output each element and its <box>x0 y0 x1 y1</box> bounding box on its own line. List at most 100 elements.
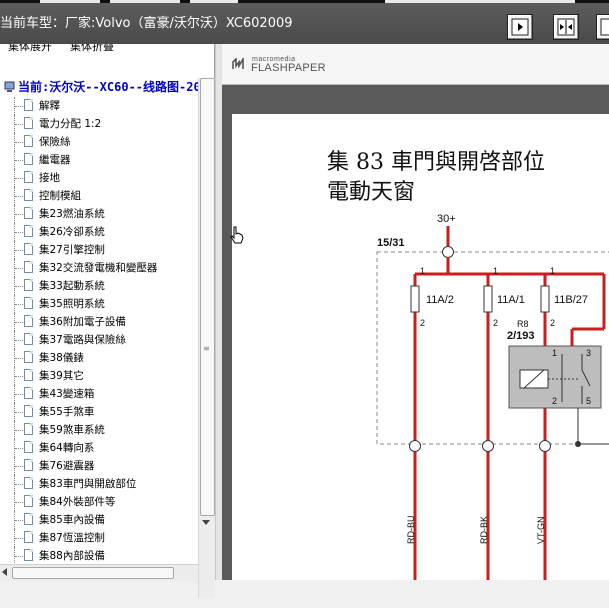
tree-item-label: 集39其它 <box>39 370 84 382</box>
hand-cursor-icon <box>230 226 244 244</box>
tree-root[interactable]: 当前:沃尔沃--XC60--线路图-20 <box>4 78 201 96</box>
supply-node <box>442 246 454 258</box>
document-icon <box>24 369 33 381</box>
tree-horizontal-scrollbar[interactable] <box>0 564 198 581</box>
tree-connector <box>14 475 24 493</box>
tree-item[interactable]: 集27引擎控制 <box>14 241 107 259</box>
tree-item-label: 繼電器 <box>39 154 71 166</box>
tree-item-label: 集64轉向系 <box>39 442 95 454</box>
document-icon <box>24 135 33 147</box>
tree-item-label: 集32交流發電機和變壓器 <box>39 262 158 274</box>
vertical-scroll-thumb[interactable] <box>200 78 215 516</box>
next-view-button[interactable] <box>596 14 609 40</box>
tree-connector <box>14 403 24 421</box>
document-icon <box>24 405 33 417</box>
tree-item[interactable]: 集26冷卻系統 <box>14 223 107 241</box>
tree-connector <box>14 331 24 349</box>
panel-splitter[interactable] <box>215 44 222 580</box>
tree-item-label: 電力分配 1:2 <box>39 118 102 130</box>
wire-color-2: RD-BK <box>479 516 489 544</box>
svg-text:1: 1 <box>493 266 498 276</box>
connector-label: 15/31 <box>377 237 405 249</box>
tree-item[interactable]: 集55手煞車 <box>14 403 96 421</box>
tree-connector <box>14 241 24 259</box>
supply-label: 30+ <box>437 213 456 225</box>
tree-connector <box>14 133 24 151</box>
tree-item[interactable]: 集43變速箱 <box>14 385 96 403</box>
tree-item-label: 集55手煞車 <box>39 406 95 418</box>
tree-item[interactable]: 集37電路與保險絲 <box>14 331 128 349</box>
tree-connector <box>14 385 24 403</box>
fuse-label-1: 11A/2 <box>426 294 454 306</box>
expand-all-menu[interactable]: 集体展开 <box>8 44 52 52</box>
scroll-left-icon[interactable] <box>2 568 7 576</box>
tree-connector <box>14 421 24 439</box>
svg-text:1: 1 <box>552 348 557 358</box>
tree-item[interactable]: 集59煞車系統 <box>14 421 107 439</box>
document-icon <box>24 279 33 291</box>
tree-view: 当前:沃尔沃--XC60--线路图-20 解釋電力分配 1:2 保險絲繼電器接地控… <box>0 78 201 608</box>
tree-root-label: 当前:沃尔沃--XC60--线路图-20 <box>18 80 201 94</box>
tree-item-label: 集35照明系統 <box>39 298 105 310</box>
tree-item[interactable]: 保險絲 <box>14 133 73 151</box>
tree-connector <box>14 367 24 385</box>
collapse-all-menu[interactable]: 集体折叠 <box>70 44 114 52</box>
relay-connector-label: 2/193 <box>507 330 535 342</box>
tree-item[interactable]: 集87恆溫控制 <box>14 529 107 547</box>
tree-item[interactable]: 電力分配 1:2 <box>14 115 103 133</box>
tree-connector <box>14 259 24 277</box>
tree-vertical-scrollbar[interactable]: ≡ <box>198 78 215 598</box>
tree-item[interactable]: 集23燃油系統 <box>14 205 107 223</box>
tree-item-label: 解釋 <box>39 100 60 112</box>
tree-item[interactable]: 集36附加電子設備 <box>14 313 128 331</box>
document-icon <box>24 297 33 309</box>
horizontal-scroll-thumb[interactable] <box>12 567 174 579</box>
tree-item-label: 集36附加電子設備 <box>39 316 126 328</box>
tree-item-label: 集83車門與開啟部位 <box>39 478 137 490</box>
tree-item[interactable]: 集35照明系統 <box>14 295 107 313</box>
tree-item[interactable]: 集33起動系統 <box>14 277 107 295</box>
tree-item[interactable]: 接地 <box>14 169 62 187</box>
tree-item-label: 集59煞車系統 <box>39 424 105 436</box>
tree-item[interactable]: 控制模組 <box>14 187 83 205</box>
tree-connector <box>14 349 24 367</box>
tree-connector <box>14 493 24 511</box>
tree-connector <box>14 169 24 187</box>
document-icon <box>24 531 33 543</box>
tree-connector <box>14 529 24 547</box>
menu-row: 集体展开 集体折叠 <box>0 44 215 56</box>
tree-item[interactable]: 集88內部設備 <box>14 547 107 565</box>
svg-text:2: 2 <box>552 396 557 406</box>
wiring-diagram: 30+ 15/31 1 2 11A/2 RD-BU 1 2 11A/1 RD-B… <box>376 213 609 580</box>
tree-item[interactable]: 集38儀錶 <box>14 349 86 367</box>
tree-item-label: 集26冷卻系統 <box>39 226 105 238</box>
first-page-button[interactable] <box>507 14 533 40</box>
tree-item-label: 集84外裝部件等 <box>39 496 116 508</box>
tree-item[interactable]: 集64轉向系 <box>14 439 96 457</box>
document-icon <box>24 243 33 255</box>
tree-item[interactable]: 集39其它 <box>14 367 86 385</box>
document-icon <box>24 495 33 507</box>
tree-connector <box>14 295 24 313</box>
document-icon <box>24 315 33 327</box>
tree-item-label: 集76避震器 <box>39 460 95 472</box>
tree-item[interactable]: 繼電器 <box>14 151 73 169</box>
tree-connector <box>14 277 24 295</box>
document-page: 集 83 車門與開啓部位 電動天窗 30+ 15/31 1 2 11A/2 RD… <box>232 114 609 580</box>
tree-item-label: 接地 <box>39 172 60 184</box>
tree-item[interactable]: 集84外裝部件等 <box>14 493 117 511</box>
svg-text:1: 1 <box>550 266 555 276</box>
tree-item[interactable]: 解釋 <box>14 97 62 115</box>
scroll-down-icon[interactable] <box>202 520 210 525</box>
split-view-button[interactable] <box>553 14 579 40</box>
tree-connector <box>14 151 24 169</box>
tree-item[interactable]: 集32交流發電機和變壓器 <box>14 259 159 277</box>
tree-connector <box>14 547 24 565</box>
tree-item[interactable]: 集85車內設備 <box>14 511 107 529</box>
top-tab-strip <box>0 0 609 3</box>
grip-icon: ≡ <box>203 344 210 353</box>
tree-item[interactable]: 集76避震器 <box>14 457 96 475</box>
tree-item-label: 保險絲 <box>39 136 71 148</box>
tree-connector <box>14 313 24 331</box>
tree-item[interactable]: 集83車門與開啟部位 <box>14 475 138 493</box>
